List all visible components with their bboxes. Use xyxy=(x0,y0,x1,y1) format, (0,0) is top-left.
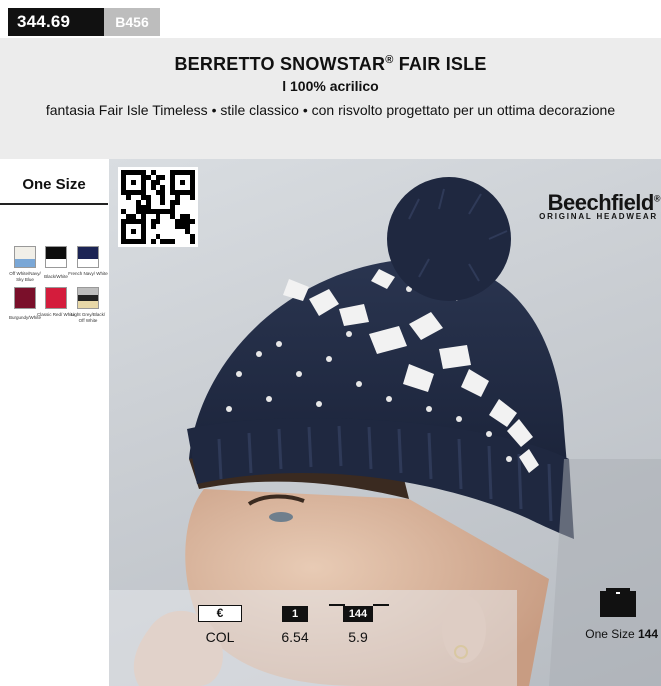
product-title: BERRETTO SNOWSTAR® FAIR ISLE xyxy=(174,54,487,74)
box-icon xyxy=(600,588,636,617)
product-header: BERRETTO SNOWSTAR® FAIR ISLE l 100% acri… xyxy=(0,38,661,159)
packaging-info: One Size 144 xyxy=(585,627,658,641)
qr-code-pattern xyxy=(121,170,195,244)
color-swatch[interactable] xyxy=(45,246,67,268)
color-swatch[interactable] xyxy=(45,287,67,309)
color-swatch[interactable] xyxy=(14,287,36,309)
swatch-label: French Navy/ White xyxy=(68,271,108,276)
sku-badge: B456 xyxy=(104,8,160,36)
price-code-badge: 344.69 xyxy=(8,8,104,36)
color-swatch[interactable] xyxy=(77,287,99,309)
color-swatch[interactable] xyxy=(14,246,36,268)
qr-code-icon[interactable] xyxy=(118,167,198,247)
side-panel xyxy=(0,159,109,686)
currency-box: € xyxy=(198,605,242,622)
qty-tier-1: 1 xyxy=(282,606,308,622)
col-label: COL xyxy=(205,629,235,645)
price-tier-2: 5.9 xyxy=(348,629,368,645)
product-material: l 100% acrilico xyxy=(282,78,379,94)
color-swatch[interactable] xyxy=(77,246,99,268)
qty-tier-2-bar-right xyxy=(373,604,389,606)
brand-tagline: ORIGINAL HEADWEAR xyxy=(539,212,658,221)
swatch-label: Light Grey/Black/ Off White xyxy=(70,312,106,323)
qty-tier-2: 144 xyxy=(343,606,373,622)
product-description: fantasia Fair Isle Timeless • stile clas… xyxy=(45,102,616,118)
size-divider xyxy=(0,203,108,205)
qr-module xyxy=(190,239,195,244)
size-label: One Size xyxy=(22,176,86,193)
price-tier-1: 6.54 xyxy=(281,629,309,645)
